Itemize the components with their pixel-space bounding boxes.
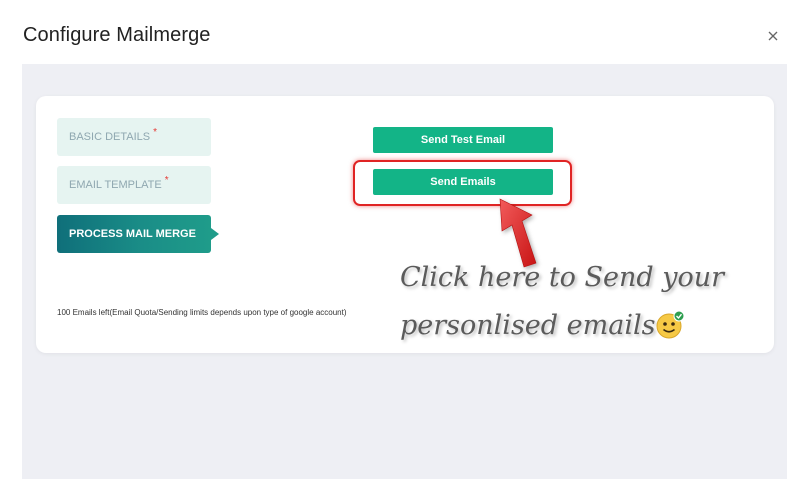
step-label: PROCESS MAIL MERGE — [69, 228, 196, 240]
step-basic-details[interactable]: BASIC DETAILS * — [57, 118, 211, 156]
mailmerge-card: BASIC DETAILS * EMAIL TEMPLATE * PROCESS… — [36, 96, 774, 353]
required-marker: * — [164, 174, 169, 186]
configure-mailmerge-dialog: Configure Mailmerge BASIC DETAILS * EMAI… — [0, 0, 804, 479]
close-icon — [768, 31, 778, 41]
step-process-mail-merge[interactable]: PROCESS MAIL MERGE — [57, 215, 219, 253]
step-label: BASIC DETAILS — [69, 131, 151, 143]
close-button[interactable] — [763, 26, 783, 46]
modal-title: Configure Mailmerge — [23, 24, 211, 46]
send-test-email-button[interactable]: Send Test Email — [373, 127, 553, 153]
send-emails-button[interactable]: Send Emails — [373, 169, 553, 195]
email-quota-note: 100 Emails left(Email Quota/Sending limi… — [57, 308, 347, 317]
active-step-pointer — [211, 228, 219, 240]
step-label: EMAIL TEMPLATE — [69, 179, 162, 191]
modal-body: BASIC DETAILS * EMAIL TEMPLATE * PROCESS… — [22, 64, 787, 479]
modal-header: Configure Mailmerge — [0, 0, 804, 64]
required-marker: * — [153, 126, 158, 138]
step-email-template[interactable]: EMAIL TEMPLATE * — [57, 166, 211, 204]
